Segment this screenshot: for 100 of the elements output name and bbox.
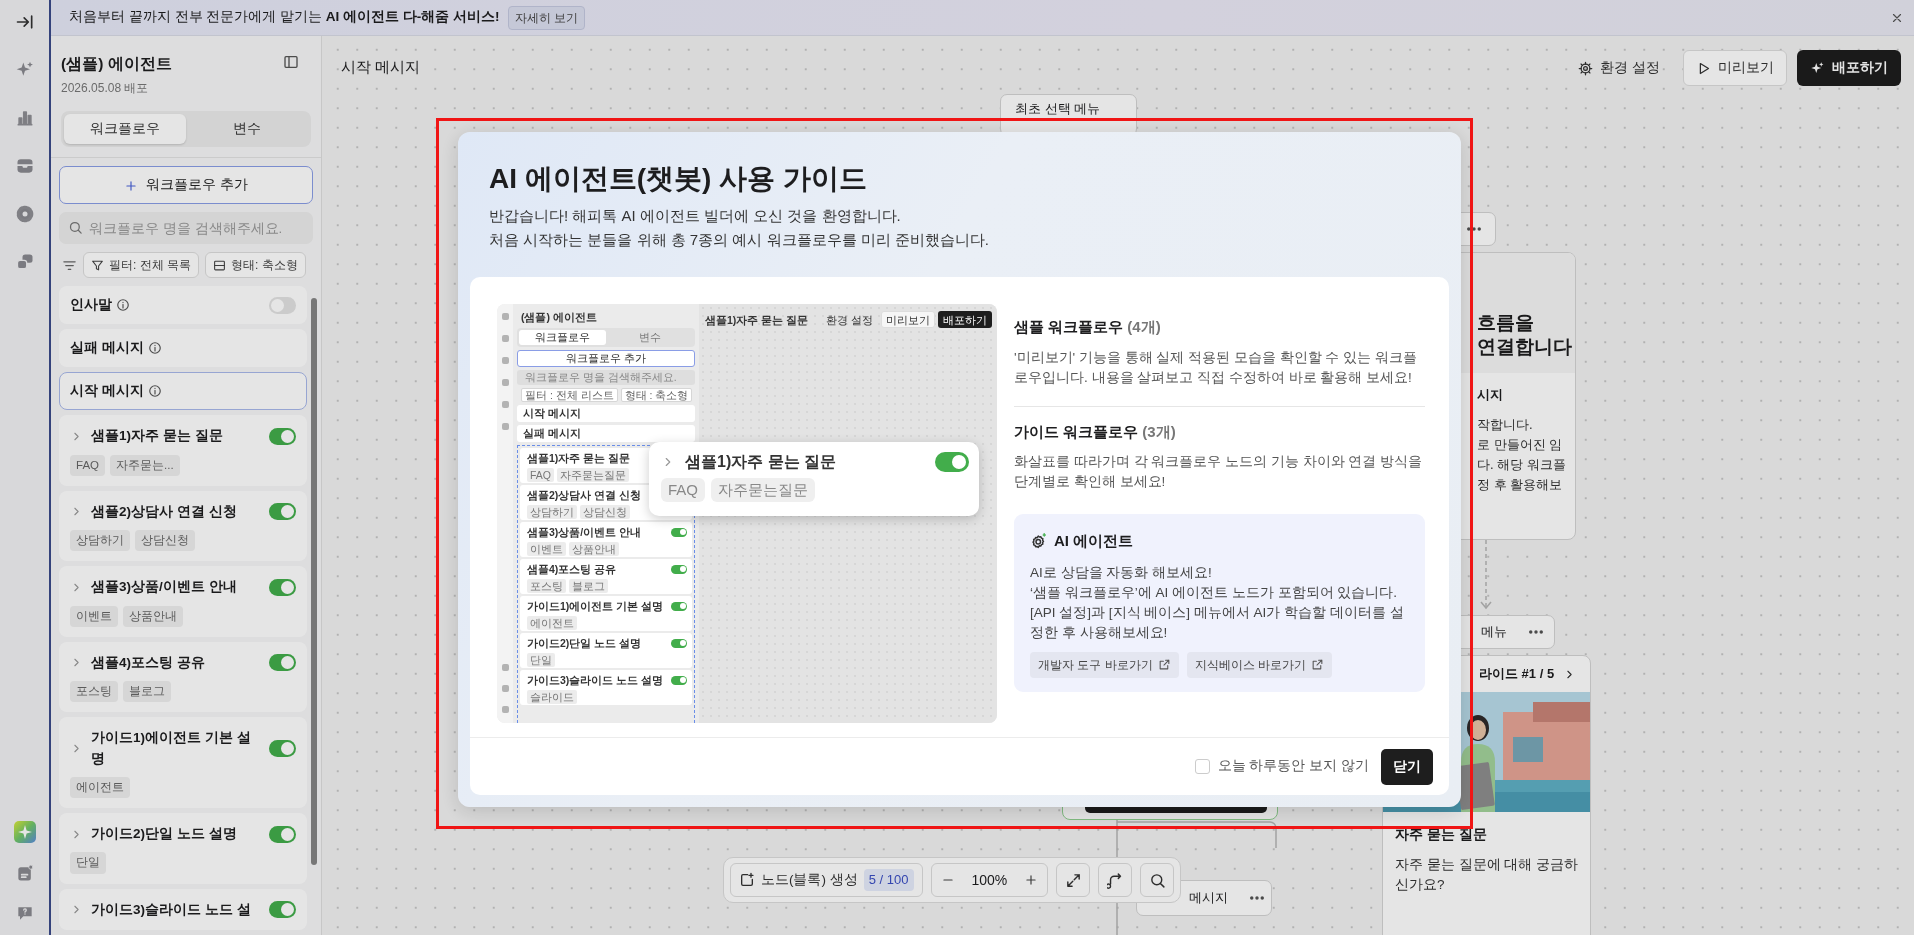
- item-title: 샘플3)상품/이벤트 안내: [91, 578, 238, 597]
- settings-button[interactable]: 환경 설정: [1565, 50, 1673, 86]
- tag: 상담하기: [527, 505, 577, 519]
- scrollbar[interactable]: [311, 298, 317, 865]
- list-item[interactable]: 인사말: [59, 286, 307, 325]
- tag: 상품안내: [569, 542, 619, 556]
- toggle-switch[interactable]: [269, 578, 296, 596]
- toggle-switch[interactable]: [269, 503, 296, 521]
- workflow-card[interactable]: 가이드1)에이전트 기본 설명 에이전트: [59, 717, 307, 808]
- external-link-icon: [1157, 658, 1171, 671]
- toggle-switch[interactable]: [671, 638, 687, 648]
- item-title: 샘플4)포스팅 공유: [91, 653, 206, 672]
- toggle-switch[interactable]: [671, 675, 687, 685]
- panel-text: [API 설정]과 [지식 베이스] 메뉴에서 AI가 학습할 데이터를 설정한 후 사용해보세요!: [1030, 603, 1405, 642]
- tab[interactable]: 변수: [186, 114, 308, 145]
- inbox-icon[interactable]: [14, 156, 35, 176]
- node-label: 최초 선택 메뉴: [1014, 100, 1102, 118]
- toggle-switch[interactable]: [269, 427, 296, 445]
- tag: 에이전트: [70, 776, 130, 798]
- layout-icon: [213, 258, 226, 272]
- workflow-card[interactable]: 샘플4)포스팅 공유 포스팅 블로그: [59, 641, 307, 713]
- tag: 단일: [527, 653, 555, 667]
- sidebar-toggle-icon[interactable]: [14, 12, 35, 32]
- expand-icon: [1064, 871, 1082, 889]
- tag: 상담하기: [70, 530, 130, 552]
- item-title: 가이드3)슬라이드 노드 설: [91, 900, 252, 919]
- settings-label: 환경 설정: [825, 312, 874, 328]
- section-count: (4개): [1127, 318, 1161, 335]
- toggle-switch[interactable]: [671, 527, 687, 537]
- filter-button[interactable]: 필터: 전체 목록: [83, 252, 199, 279]
- details-button[interactable]: 자세히 보기: [507, 5, 585, 30]
- filter-chip: 형태 : 축소형: [620, 388, 693, 402]
- info-icon: [147, 384, 162, 399]
- add-node-icon: [739, 872, 755, 888]
- item-title: 실패 메시지: [70, 339, 144, 358]
- tab[interactable]: 워크플로우: [64, 114, 186, 145]
- tab-label: 변수: [637, 330, 662, 345]
- tag: 이벤트: [527, 542, 566, 556]
- search-field[interactable]: 워크플로우 명을 검색해주세요.: [59, 212, 313, 245]
- tag: 블로그: [569, 579, 608, 593]
- intro-text: 반갑습니다! 해피톡 AI 에이전트 빌더에 오신 것을 환영합니다.: [489, 206, 902, 226]
- tag: 상담신청: [135, 530, 195, 552]
- deploy-date: 2026.05.08 배포: [61, 80, 150, 98]
- gear-icon: [1578, 60, 1594, 76]
- create-node-button[interactable]: 노드(블록) 생성 5 / 100: [730, 863, 923, 897]
- item-title: 샘플1)자주 묻는 질문: [685, 452, 837, 472]
- close-button[interactable]: 닫기: [1381, 748, 1433, 785]
- view-mode-button[interactable]: 형태: 축소형: [205, 252, 306, 279]
- workflow-card[interactable]: 샘플3)상품/이벤트 안내 이벤트 상품안내: [59, 566, 307, 637]
- tag: 상품안내: [123, 605, 183, 627]
- toggle-switch[interactable]: [269, 296, 296, 314]
- add-workflow-button[interactable]: 워크플로우 추가: [59, 166, 313, 205]
- workflow-card[interactable]: 가이드3)슬라이드 노드 설: [59, 888, 307, 930]
- slide-counter: 라이드 #1 / 5: [1479, 665, 1555, 684]
- button-label: 노드(블록) 생성: [761, 870, 858, 889]
- slide-text: 자주 묻는 질문에 대해 궁금하신가요?: [1394, 856, 1579, 894]
- list-item[interactable]: 실패 메시지: [59, 329, 307, 368]
- shortcut-link[interactable]: 개발자 도구 바로가기: [1030, 651, 1179, 678]
- panel-icon[interactable]: [283, 54, 299, 70]
- toggle-switch[interactable]: [269, 825, 296, 843]
- toggle-switch[interactable]: [671, 601, 687, 611]
- preview-button[interactable]: 미리보기: [1683, 50, 1787, 86]
- zoom-control[interactable]: 100%: [930, 863, 1049, 897]
- workflow-card[interactable]: 샘플1)자주 묻는 질문 FAQ 자주묻는...: [59, 415, 307, 486]
- item-title: 가이드2)단일 노드 설명: [91, 825, 238, 843]
- item-title: 샘플4)포스팅 공유: [527, 563, 617, 575]
- ai-sparkle-icon[interactable]: [13, 821, 36, 843]
- toggle-switch[interactable]: [269, 740, 296, 757]
- list-item: 실패 메시지: [517, 425, 695, 442]
- toggle-switch[interactable]: [671, 564, 687, 574]
- toggle-switch[interactable]: [935, 452, 969, 472]
- agent-title: (샘플) 에이전트: [520, 311, 598, 323]
- canvas-title: 샘플1)자주 묻는 질문: [705, 313, 809, 326]
- checkbox[interactable]: [1194, 759, 1210, 774]
- item-title: 가이드2)단일 노드 설명: [527, 637, 642, 649]
- search-button[interactable]: [1140, 863, 1175, 897]
- tag: FAQ: [527, 468, 554, 482]
- list-item[interactable]: 시작 메시지: [59, 372, 307, 411]
- info-icon: [147, 341, 162, 356]
- workflow-card[interactable]: 가이드2)단일 노드 설명 단일: [59, 813, 307, 884]
- settings-icon[interactable]: [14, 204, 35, 224]
- info-icon: [116, 298, 130, 313]
- toggle-switch[interactable]: [269, 654, 296, 672]
- node-count: 5 / 100: [863, 869, 914, 891]
- node-text: 정 후 활용해보: [1477, 475, 1564, 494]
- workflow-card[interactable]: 샘플2)상담사 연결 신청 상담하기 상담신청: [59, 490, 307, 562]
- search-icon: [1148, 871, 1166, 889]
- shortcut-link[interactable]: 지식베이스 바로가기: [1186, 651, 1332, 678]
- deploy-button[interactable]: 배포하기: [1797, 50, 1901, 86]
- tag: 자주묻는질문: [711, 478, 815, 502]
- fit-view-button[interactable]: [1056, 863, 1091, 897]
- section-text: 화살표를 따라가며 각 워크플로우 노드의 기능 차이와 연결 방식을 단계별로 확인해 보세요!: [1014, 453, 1423, 491]
- auto-layout-button[interactable]: [1098, 863, 1133, 897]
- agent-title: (샘플) 에이전트: [61, 54, 173, 74]
- item-title: 가이드1)에이전트 기본 설명: [91, 729, 252, 768]
- search-icon: [68, 220, 83, 236]
- item-title: 샘플1)자주 묻는 질문: [527, 452, 631, 464]
- item-title: 샘플2)상담사 연결 신청: [91, 502, 238, 521]
- panel-text: AI로 상담을 자동화 해보세요!: [1030, 563, 1213, 582]
- toggle-switch[interactable]: [269, 901, 296, 919]
